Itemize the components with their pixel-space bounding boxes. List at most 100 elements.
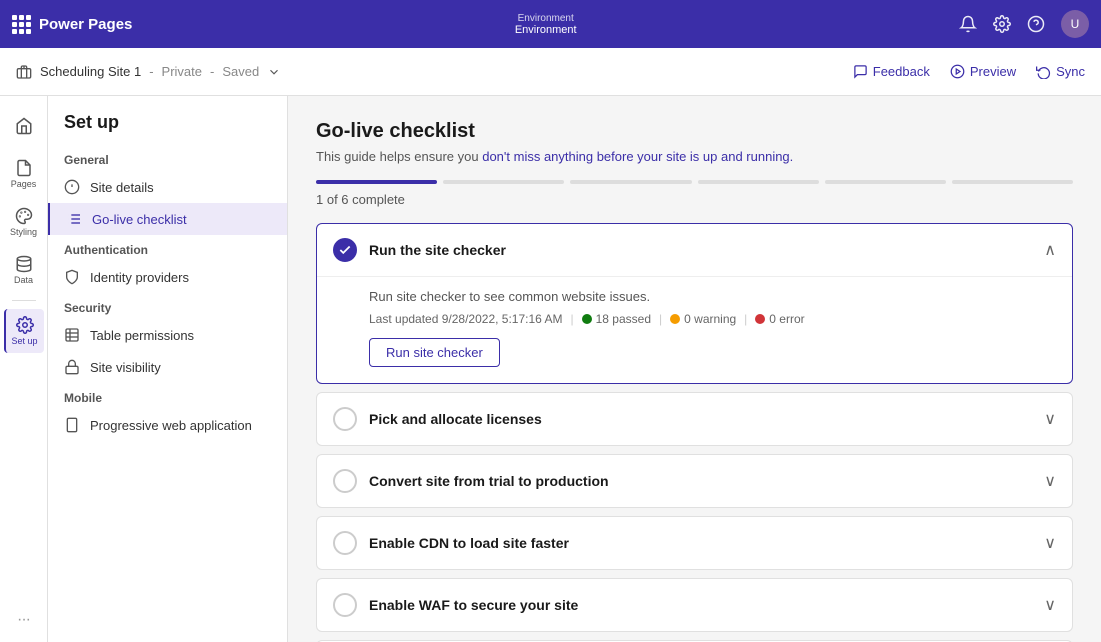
nav-item-identity-providers[interactable]: Identity providers (48, 261, 287, 293)
checklist-item-enable-cdn-title: Enable CDN to load site faster (369, 535, 1032, 551)
styling-label: Styling (10, 227, 37, 237)
top-navigation: Power Pages Environment Environment U (0, 0, 1101, 48)
progress-segment-6 (952, 180, 1073, 184)
nav-section-general: General (48, 145, 287, 171)
app-brand[interactable]: Power Pages (12, 15, 132, 34)
nav-item-checklist-label: Go-live checklist (92, 212, 187, 227)
avatar[interactable]: U (1061, 10, 1089, 38)
chevron-down-icon-4: ∨ (1044, 533, 1056, 553)
sidebar-item-setup[interactable]: Set up (4, 309, 44, 353)
notification-button[interactable] (959, 15, 977, 33)
passed-dot (582, 314, 592, 324)
checklist-icon (66, 211, 82, 227)
site-info[interactable]: Scheduling Site 1 - Private - Saved (16, 64, 281, 80)
icon-sidebar: Pages Styling Data Set up ··· (0, 96, 48, 642)
warning-dot (670, 314, 680, 324)
nav-item-progressive-web-app[interactable]: Progressive web application (48, 409, 287, 441)
check-icon (338, 243, 352, 257)
chevron-down-icon-2: ∨ (1044, 409, 1056, 429)
feedback-button[interactable]: Feedback (853, 64, 930, 79)
preview-icon (950, 64, 965, 79)
sidebar-separator (12, 300, 36, 301)
environment-label: Environment (518, 13, 574, 24)
progress-bar (316, 180, 1073, 184)
subtitle-link[interactable]: don't miss anything before your site is … (482, 149, 793, 164)
brand-name: Power Pages (39, 16, 132, 33)
chevron-down-icon[interactable] (267, 65, 281, 79)
site-name: Scheduling Site 1 (40, 64, 141, 79)
checklist-item-convert-site-icon (333, 469, 357, 493)
checklist-item-site-checker-body: Run site checker to see common website i… (317, 276, 1072, 383)
checklist-item-enable-waf-header[interactable]: Enable WAF to secure your site ∨ (317, 579, 1072, 631)
feedback-icon (853, 64, 868, 79)
site-checker-description: Run site checker to see common website i… (369, 289, 1056, 304)
second-bar-actions: Feedback Preview Sync (853, 64, 1085, 79)
site-checker-last-updated: Last updated 9/28/2022, 5:17:16 AM (369, 312, 563, 326)
progress-segment-5 (825, 180, 946, 184)
checklist-item-pick-licenses-title: Pick and allocate licenses (369, 411, 1032, 427)
setup-label: Set up (11, 336, 37, 346)
checklist-item-site-checker: Run the site checker ∧ Run site checker … (316, 223, 1073, 384)
chevron-up-icon: ∧ (1044, 240, 1056, 260)
settings-button[interactable] (993, 15, 1011, 33)
pages-label: Pages (11, 179, 37, 189)
preview-label: Preview (970, 64, 1016, 79)
run-site-checker-button[interactable]: Run site checker (369, 338, 500, 367)
sync-icon (1036, 64, 1051, 79)
nav-item-site-details[interactable]: Site details (48, 171, 287, 203)
info-icon (64, 179, 80, 195)
preview-button[interactable]: Preview (950, 64, 1016, 79)
site-icon (16, 64, 32, 80)
feedback-label: Feedback (873, 64, 930, 79)
checklist-item-convert-site: Convert site from trial to production ∨ (316, 454, 1073, 508)
checklist-item-pick-licenses-header[interactable]: Pick and allocate licenses ∨ (317, 393, 1072, 445)
nav-item-table-permissions[interactable]: Table permissions (48, 319, 287, 351)
nav-item-site-visibility[interactable]: Site visibility (48, 351, 287, 383)
table-icon (64, 327, 80, 343)
error-dot (755, 314, 765, 324)
checklist-item-enable-waf-icon (333, 593, 357, 617)
nav-sidebar: Set up General Site details Go-live chec… (48, 96, 288, 642)
help-button[interactable] (1027, 15, 1045, 33)
shield-icon (64, 269, 80, 285)
sync-button[interactable]: Sync (1036, 64, 1085, 79)
second-bar: Scheduling Site 1 - Private - Saved Feed… (0, 48, 1101, 96)
nav-item-identity-label: Identity providers (90, 270, 189, 285)
lock-icon (64, 359, 80, 375)
progress-text: 1 of 6 complete (316, 192, 1073, 207)
site-checker-passed: 18 passed (582, 312, 651, 326)
passed-count: 18 passed (596, 312, 651, 326)
sidebar-item-home[interactable] (4, 104, 44, 148)
sidebar-more-button[interactable]: ··· (4, 598, 44, 642)
nav-item-pwa-label: Progressive web application (90, 418, 252, 433)
nav-section-security: Security (48, 293, 287, 319)
nav-item-site-visibility-label: Site visibility (90, 360, 161, 375)
progress-segment-1 (316, 180, 437, 184)
data-label: Data (14, 275, 33, 285)
error-count: 0 error (769, 312, 804, 326)
sidebar-item-pages[interactable]: Pages (4, 152, 44, 196)
site-status: Private (162, 64, 202, 79)
sidebar-item-data[interactable]: Data (4, 248, 44, 292)
waffle-icon[interactable] (12, 15, 31, 34)
sync-label: Sync (1056, 64, 1085, 79)
gear-icon (993, 15, 1011, 33)
checklist-item-enable-cdn-header[interactable]: Enable CDN to load site faster ∨ (317, 517, 1072, 569)
chevron-down-icon-5: ∨ (1044, 595, 1056, 615)
nav-item-table-permissions-label: Table permissions (90, 328, 194, 343)
checklist-item-convert-site-header[interactable]: Convert site from trial to production ∨ (317, 455, 1072, 507)
nav-item-go-live-checklist[interactable]: Go-live checklist (48, 203, 287, 235)
checklist-item-enable-waf-title: Enable WAF to secure your site (369, 597, 1032, 613)
nav-sidebar-title: Set up (48, 112, 287, 145)
mobile-icon (64, 417, 80, 433)
checklist-item-enable-cdn-icon (333, 531, 357, 555)
progress-segment-2 (443, 180, 564, 184)
site-checker-warning: 0 warning (670, 312, 736, 326)
checklist-item-site-checker-title: Run the site checker (369, 242, 1032, 258)
site-checker-error: 0 error (755, 312, 804, 326)
sidebar-item-styling[interactable]: Styling (4, 200, 44, 244)
environment-name: Environment (515, 24, 577, 36)
checklist-item-pick-licenses: Pick and allocate licenses ∨ (316, 392, 1073, 446)
checklist-item-site-checker-header[interactable]: Run the site checker ∧ (317, 224, 1072, 276)
main-content: Go-live checklist This guide helps ensur… (288, 96, 1101, 642)
